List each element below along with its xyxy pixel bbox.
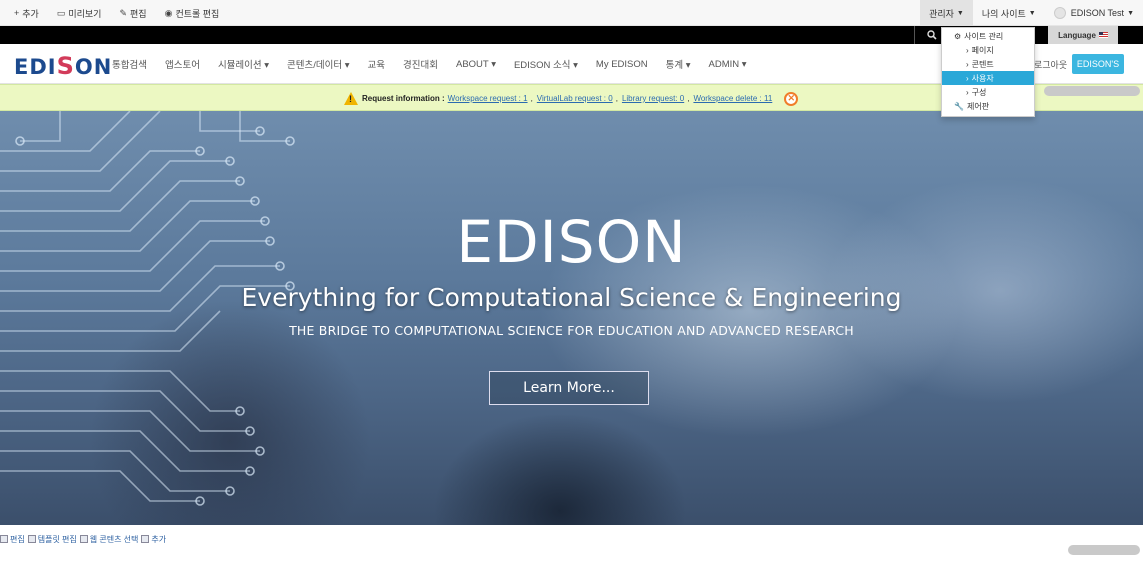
menu-item-users[interactable]: › 사용자 [942,71,1034,85]
logo-text-end: ON [74,55,113,79]
workspace-delete-link[interactable]: Workspace delete : 11 [693,94,772,103]
chevron-right-icon: › [966,73,969,83]
nav-statistics[interactable]: 통계 ▾ [666,57,691,71]
edit-button[interactable]: ✎ 편집 [119,7,146,20]
nav-menu: 통합검색 앱스토어 시뮬레이션 ▾ 콘텐츠/데이터 ▾ 교육 경진대회 ABOU… [112,44,765,84]
menu-item-label: 제어판 [966,101,990,111]
admin-menu-label: 관리자 [929,8,954,19]
menu-item-configuration[interactable]: › 구성 [942,85,1034,99]
select-web-content-label: 웹 콘텐츠 선택 [89,534,139,544]
add-button[interactable]: + 추가 [14,7,39,20]
portlet-drag-handle[interactable] [1044,86,1140,96]
learn-more-button[interactable]: Learn More... [489,371,649,405]
nav-integrated-search[interactable]: 통합검색 [112,57,147,71]
portlet-edit-toolbar: 편집 템플릿 편집 웹 콘텐츠 선택 추가 [0,533,169,545]
select-web-content-link[interactable]: 웹 콘텐츠 선택 [79,534,139,545]
admin-menu[interactable]: 관리자 ▼ [920,0,973,26]
admin-dockbar: + 추가 ▭ 미리보기 ✎ 편집 ◉ 컨트롤 편집 관리자 ▼ 나의 사이트 ▼… [0,0,1143,26]
nav-competition[interactable]: 경진대회 [403,57,438,71]
separator: , [530,94,533,103]
language-button[interactable]: Language [1048,26,1118,44]
menu-item-site-admin[interactable]: ⚙ 사이트 관리 [942,29,1034,43]
add-page-icon [141,535,150,543]
circuit-decoration [0,111,295,506]
search-icon [926,30,937,40]
template-edit-label: 템플릿 편집 [37,534,77,544]
chevron-right-icon: › [966,59,969,69]
separator: , [687,94,690,103]
us-flag-icon [1098,32,1108,38]
gear-icon: ⚙ [954,31,962,41]
portlet-drag-handle[interactable] [1068,545,1140,555]
menu-item-label: 구성 [971,87,987,97]
virtuallab-request-link[interactable]: VirtualLab request : 0 [537,94,613,103]
edit-controls-label: 컨트롤 편집 [175,8,220,19]
my-sites-menu[interactable]: 나의 사이트 ▼ [973,0,1045,26]
add-label: 추가 [22,8,39,19]
request-info-label: Request information : [362,94,445,103]
menu-item-label: 사이트 관리 [964,31,1004,41]
menu-item-label: 사용자 [971,73,994,83]
menu-item-pages[interactable]: › 페이지 [942,43,1034,57]
gear-icon [79,535,88,543]
hero-banner: EDISON Everything for Computational Scie… [0,111,1143,525]
user-menu[interactable]: EDISON Test ▼ [1045,0,1143,26]
nav-content-data[interactable]: 콘텐츠/데이터 ▾ [287,57,350,71]
nav-simulation[interactable]: 시뮬레이션 ▾ [218,57,269,71]
nav-education[interactable]: 교육 [368,57,385,71]
monitor-icon: ▭ [56,7,66,18]
chevron-right-icon: › [966,45,969,55]
hero-tagline: THE BRIDGE TO COMPUTATIONAL SCIENCE FOR … [289,323,854,338]
caret-down-icon: ▼ [1028,9,1036,17]
edit-link-label: 편집 [10,534,25,544]
dockbar-right-menus: 관리자 ▼ 나의 사이트 ▼ EDISON Test ▼ [920,0,1143,26]
edit-label: 편집 [130,8,147,19]
logo-text-s: S [56,52,75,80]
language-label: Language [1058,30,1096,40]
pencil-icon: ✎ [119,7,128,18]
add-content-link[interactable]: 추가 [141,534,166,545]
nav-edison-news[interactable]: EDISON 소식 ▾ [514,57,578,71]
preview-label: 미리보기 [68,8,102,19]
add-content-label: 추가 [151,534,167,544]
menu-item-label: 콘텐트 [971,59,994,69]
dockbar-left-actions: + 추가 ▭ 미리보기 ✎ 편집 ◉ 컨트롤 편집 [14,0,237,26]
logout-link[interactable]: 로그아웃 [1034,58,1067,71]
nav-admin[interactable]: ADMIN ▾ [709,59,747,70]
edison-logo[interactable]: EDISON [14,52,112,80]
my-sites-label: 나의 사이트 [981,8,1026,19]
wrench-icon: 🔧 [954,101,964,111]
template-icon [27,535,36,543]
workspace-request-link[interactable]: Workspace request : 1 [448,94,528,103]
edisons-button[interactable]: EDISON'S [1072,54,1124,74]
warning-icon [344,92,358,105]
avatar [1053,7,1066,19]
edit-controls-button[interactable]: ◉ 컨트롤 편집 [165,7,220,20]
library-request-link[interactable]: Library request: 0 [622,94,684,103]
hero-subtitle: Everything for Computational Science & E… [241,283,902,312]
nav-app-store[interactable]: 앱스토어 [165,57,200,71]
hero-title: EDISON [456,208,687,276]
request-info-content: Request information : Workspace request … [344,85,799,112]
nav-my-edison[interactable]: My EDISON [596,59,648,70]
template-edit-link[interactable]: 템플릿 편집 [27,534,77,545]
eye-icon: ◉ [164,7,173,18]
user-name: EDISON Test [1070,8,1125,18]
menu-item-control-panel[interactable]: 🔧 제어판 [942,99,1034,113]
caret-down-icon: ▼ [1127,9,1134,17]
menu-item-label: 페이지 [971,45,994,55]
admin-dropdown-menu: ⚙ 사이트 관리 › 페이지 › 콘텐트 › 사용자 › 구성 🔧 제어판 [941,27,1035,117]
caret-down-icon: ▼ [956,9,964,17]
close-icon[interactable]: ✕ [784,91,799,106]
logo-text-start: EDI [14,55,57,79]
nav-about[interactable]: ABOUT ▾ [456,59,496,70]
edit-icon [0,535,8,543]
chevron-right-icon: › [966,87,969,97]
separator: , [615,94,618,103]
menu-item-content[interactable]: › 콘텐트 [942,57,1034,71]
plus-icon: + [14,8,20,18]
edit-link[interactable]: 편집 [0,534,25,545]
preview-button[interactable]: ▭ 미리보기 [57,7,102,20]
